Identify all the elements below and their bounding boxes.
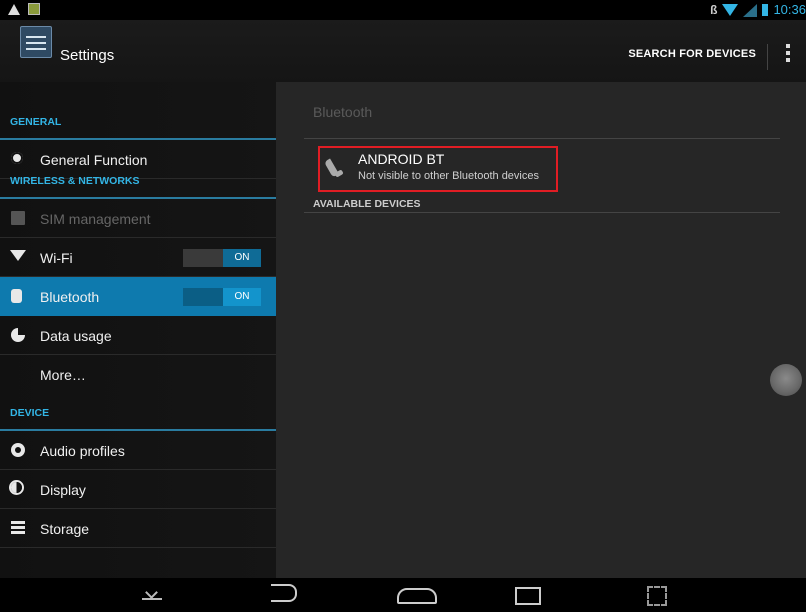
hide-keyboard-icon[interactable] [142,590,162,600]
wifi-icon [10,250,26,261]
navigation-bar [0,578,806,612]
gear-icon [11,152,23,164]
bluetooth-status-icon: ß [710,3,718,17]
divider [304,138,780,139]
action-bar-divider [767,44,768,70]
device-visibility-status: Not visible to other Bluetooth devices [358,170,539,182]
system-icons: ß 10:36 [710,2,806,18]
device-name: ANDROID BT [358,151,445,167]
sidebar-item-data-usage[interactable]: Data usage [0,316,276,355]
section-header-general: GENERAL [0,82,276,140]
search-for-devices-button[interactable]: SEARCH FOR DEVICES [628,48,756,60]
section-header-wireless: WIRELESS & NETWORKS [0,175,276,199]
image-notification-icon [28,3,40,15]
sim-icon [11,211,25,225]
clock: 10:36 [773,2,806,17]
sidebar-item-wifi[interactable]: Wi-Fi ON [0,238,276,277]
available-devices-header: AVAILABLE DEVICES [313,198,421,210]
display-icon [11,482,22,493]
bluetooth-toggle[interactable]: ON [183,288,261,306]
section-header-device: DEVICE [0,393,276,431]
recent-apps-icon[interactable] [515,587,541,605]
wifi-status-icon [722,4,739,16]
home-icon[interactable] [397,588,437,604]
bluetooth-icon [11,289,22,303]
settings-app-icon[interactable] [20,26,52,58]
storage-icon [11,521,25,535]
back-icon[interactable] [271,584,297,602]
bluetooth-pane: Bluetooth ANDROID BT Not visible to othe… [276,82,806,578]
settings-sidebar: GENERAL General Function WIRELESS & NETW… [0,82,276,578]
sidebar-item-storage[interactable]: Storage [0,509,276,548]
sidebar-item-more[interactable]: More… [0,355,276,393]
phone-icon [328,159,344,177]
sidebar-item-display[interactable]: Display [0,470,276,509]
divider [304,212,780,213]
floating-handle[interactable] [770,364,802,396]
pane-title: Bluetooth [313,104,373,120]
own-device-item[interactable]: ANDROID BT Not visible to other Bluetoot… [318,146,558,192]
page-title: Settings [60,47,115,64]
sidebar-item-audio-profiles[interactable]: Audio profiles [0,431,276,470]
screenshot-icon[interactable] [647,586,667,606]
sidebar-item-sim-management: SIM management [0,199,276,238]
battery-icon [762,4,769,16]
signal-icon [743,3,758,17]
sidebar-item-bluetooth[interactable]: Bluetooth ON [0,277,276,316]
status-bar: ß 10:36 [0,0,806,20]
audio-profiles-icon [11,443,25,457]
overflow-menu-icon[interactable] [786,44,790,64]
data-usage-icon [11,328,25,342]
sidebar-item-general-function[interactable]: General Function [0,140,276,179]
notification-icons [8,3,40,15]
wifi-toggle[interactable]: ON [183,249,261,267]
warning-icon [8,3,20,15]
